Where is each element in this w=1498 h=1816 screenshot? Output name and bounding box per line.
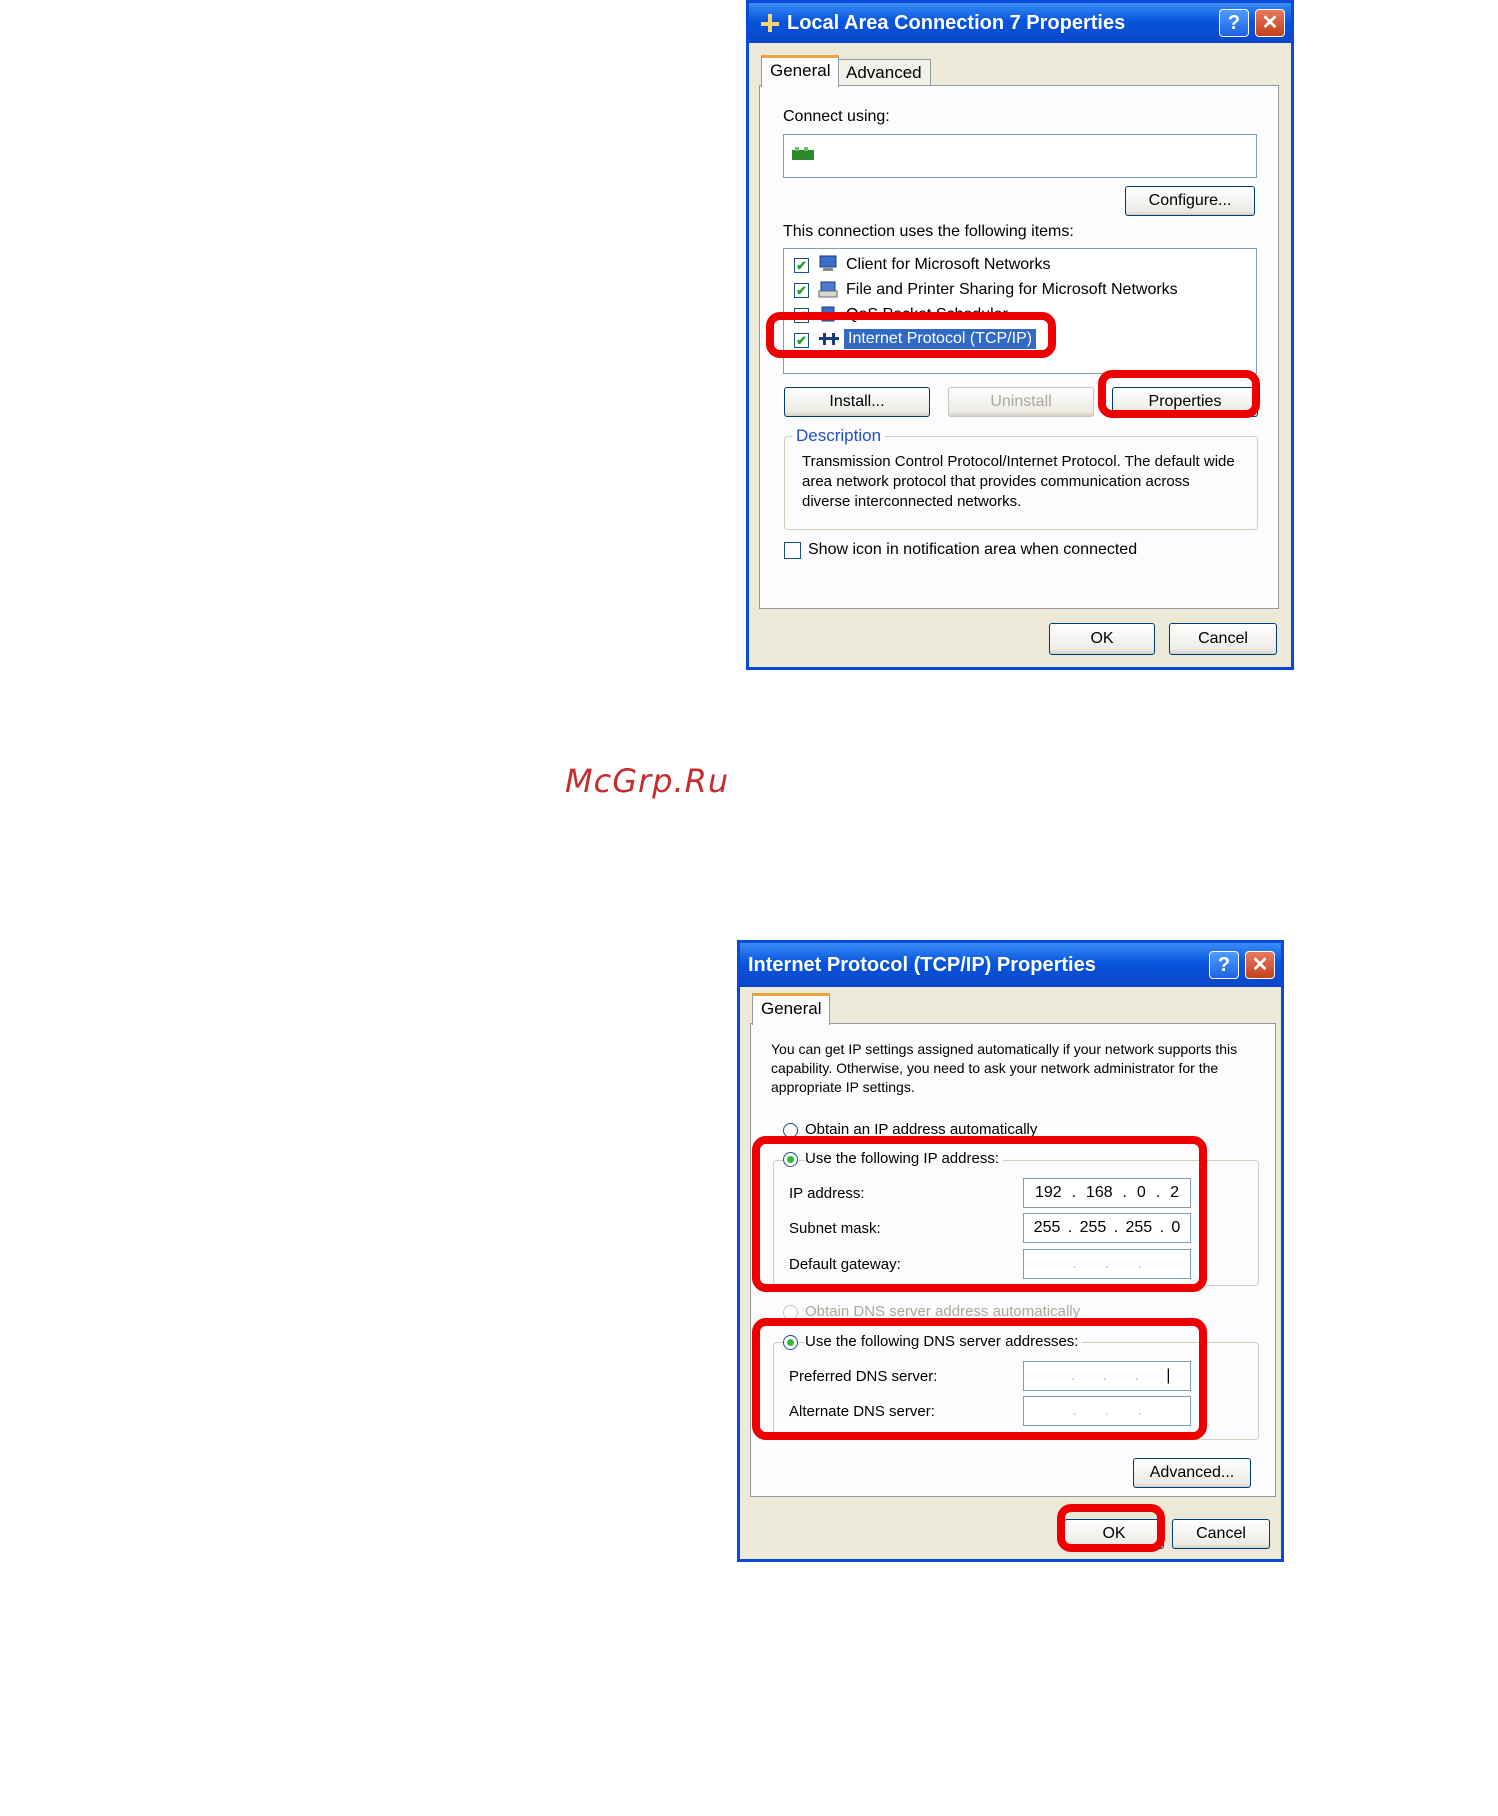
dialog-title: Internet Protocol (TCP/IP) Properties <box>748 953 1096 976</box>
client-network-icon <box>818 255 838 273</box>
lan-dialog-titlebar[interactable]: Local Area Connection 7 Properties ? ✕ <box>749 3 1291 43</box>
item-checkbox[interactable]: ✔ <box>794 258 809 273</box>
uninstall-button[interactable]: Uninstall <box>948 387 1094 417</box>
watermark-text: McGrp.Ru <box>565 762 730 800</box>
install-button[interactable]: Install... <box>784 387 930 417</box>
tab-general[interactable]: General <box>761 55 840 87</box>
list-item[interactable]: ✔ Client for Microsoft Networks <box>784 253 1254 277</box>
description-title: Description <box>792 426 886 446</box>
dialog-title: Local Area Connection 7 Properties <box>787 11 1126 34</box>
close-icon[interactable]: ✕ <box>1245 951 1275 979</box>
network-adapter-icon <box>792 147 814 165</box>
highlight-dns-settings <box>752 1318 1207 1440</box>
highlight-ip-settings <box>752 1136 1207 1292</box>
tab-advanced[interactable]: Advanced <box>837 59 931 86</box>
show-icon-checkbox[interactable] <box>784 542 801 559</box>
file-printer-sharing-icon <box>818 280 838 298</box>
close-icon[interactable]: ✕ <box>1255 9 1285 37</box>
highlight-tcpip-item <box>766 312 1056 358</box>
connect-using-label: Connect using: <box>783 108 890 125</box>
cancel-button[interactable]: Cancel <box>1172 1519 1270 1549</box>
item-checkbox[interactable]: ✔ <box>794 283 809 298</box>
description-text: Transmission Control Protocol/Internet P… <box>802 453 1235 510</box>
tcpip-dialog-titlebar[interactable]: Internet Protocol (TCP/IP) Properties ? … <box>740 943 1281 987</box>
item-label: File and Printer Sharing for Microsoft N… <box>846 281 1178 298</box>
adapter-field <box>783 134 1257 178</box>
configure-button[interactable]: Configure... <box>1125 186 1255 216</box>
tab-general[interactable]: General <box>752 993 831 1025</box>
intro-text: You can get IP settings assigned automat… <box>771 1041 1238 1095</box>
list-item[interactable]: ✔ File and Printer Sharing for Microsoft… <box>784 278 1254 302</box>
ok-button[interactable]: OK <box>1049 623 1155 655</box>
highlight-ok-button <box>1057 1504 1165 1552</box>
item-label: Client for Microsoft Networks <box>846 256 1051 273</box>
network-connection-icon <box>759 12 781 34</box>
highlight-properties-button <box>1098 370 1260 418</box>
help-button[interactable]: ? <box>1219 9 1249 37</box>
items-label: This connection uses the following items… <box>783 223 1074 240</box>
help-button[interactable]: ? <box>1209 951 1239 979</box>
advanced-button[interactable]: Advanced... <box>1133 1458 1251 1488</box>
show-icon-label: Show icon in notification area when conn… <box>808 541 1138 558</box>
cancel-button[interactable]: Cancel <box>1169 623 1277 655</box>
